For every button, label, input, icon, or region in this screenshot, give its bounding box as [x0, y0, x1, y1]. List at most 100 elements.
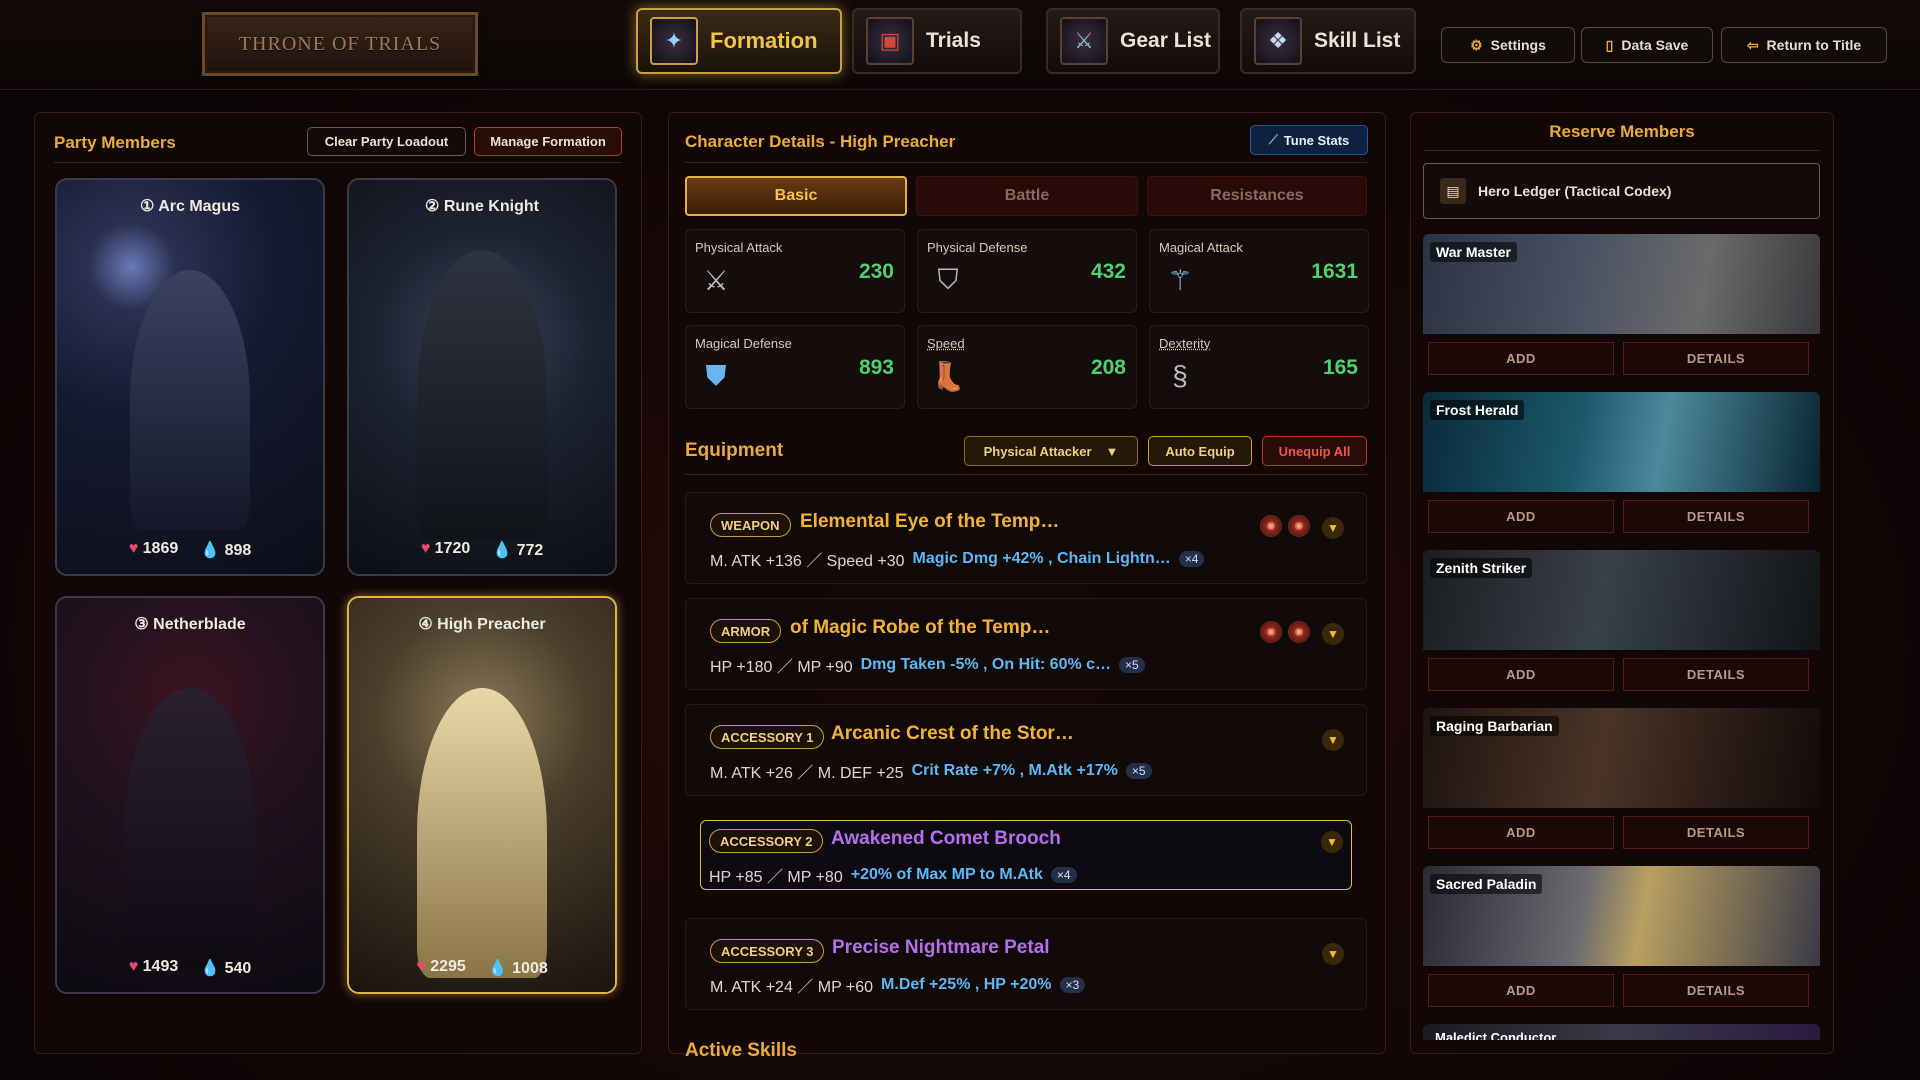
party-title: Party Members — [54, 133, 176, 152]
tab-trials-label: Trials — [926, 29, 981, 52]
add-button[interactable]: ADD — [1428, 342, 1614, 375]
hero-ledger-button[interactable]: ▤ Hero Ledger (Tactical Codex) — [1423, 163, 1820, 219]
equipment-accessory-2[interactable]: ACCESSORY 2 Awakened Comet Brooch HP +85… — [700, 820, 1352, 890]
tab-skill-list-label: Skill List — [1314, 29, 1401, 52]
stat-physical-defense: Physical Defense ⛉ 432 — [917, 229, 1137, 313]
data-save-button[interactable]: ▯ Data Save — [1581, 27, 1713, 63]
chevron-down-icon: ▼ — [1105, 443, 1119, 459]
reserve-name: Maledict Conductor — [1435, 1030, 1557, 1041]
add-button[interactable]: ADD — [1428, 974, 1614, 1007]
skill-list-icon: ❖ — [1254, 17, 1302, 65]
stat-physical-attack: Physical Attack ⚔ 230 — [685, 229, 905, 313]
game-logo: THRONE OF TRIALS — [202, 12, 478, 76]
tab-resistances[interactable]: Resistances — [1147, 176, 1367, 216]
socket-gem-icon[interactable]: ✺ — [1260, 515, 1282, 537]
party-card-rune-knight[interactable]: ② Rune Knight ♥ 1720 💧 772 — [347, 178, 617, 576]
crossed-swords-icon: ⚔ — [703, 264, 729, 296]
reserve-name: Frost Herald — [1430, 400, 1525, 420]
drop-icon: 💧 — [487, 960, 508, 977]
party-card-high-preacher[interactable]: ④ High Preacher ♥ 2295 💧 1008 — [347, 596, 617, 994]
stat-speed: Speed 👢 208 — [917, 325, 1137, 409]
mp-stat: 💧 898 — [200, 542, 252, 559]
party-card-arc-magus[interactable]: ① Arc Magus ♥ 1869 💧 898 — [55, 178, 325, 576]
tab-formation-label: Formation — [710, 28, 818, 53]
stat-value: 208 — [1090, 356, 1126, 379]
clear-party-button[interactable]: Clear Party Loadout — [307, 127, 466, 156]
chevron-down-icon[interactable]: ▼ — [1322, 623, 1344, 645]
tab-trials[interactable]: ▣ Trials — [852, 8, 1022, 74]
socket-gem-icon[interactable]: ✺ — [1260, 621, 1282, 643]
settings-label: Settings — [1490, 37, 1546, 53]
preacher-figure — [417, 688, 547, 978]
slot-tag: ACCESSORY 3 — [710, 939, 825, 963]
auto-equip-button[interactable]: Auto Equip — [1148, 436, 1252, 466]
tune-stats-button[interactable]: ⟋ Tune Stats — [1250, 125, 1368, 155]
socket-gem-icon[interactable]: ✺ — [1288, 621, 1310, 643]
mp-stat: 💧 1008 — [487, 960, 548, 977]
reserve-card-zenith-striker: Zenith Striker ♥ 1624💧 471 ADD DETAILS — [1423, 550, 1820, 700]
member-name: ② Rune Knight — [425, 198, 539, 215]
knight-figure — [417, 250, 547, 540]
manage-formation-button[interactable]: Manage Formation — [474, 127, 622, 156]
stat-label: Dexterity — [1159, 336, 1211, 351]
tab-gear-list-label: Gear List — [1120, 29, 1212, 52]
party-card-netherblade[interactable]: ③ Netherblade ♥ 1493 💧 540 — [55, 596, 325, 994]
reserve-card-raging-barbarian: Raging Barbarian ♥ 1845💧 440 ADD DETAILS — [1423, 708, 1820, 858]
equipment-accessory-3[interactable]: ACCESSORY 3 Precise Nightmare Petal M. A… — [685, 918, 1367, 1010]
slot-tag: ACCESSORY 1 — [710, 725, 825, 749]
divider — [54, 162, 622, 163]
details-button[interactable]: DETAILS — [1623, 658, 1809, 691]
socket-gem-icon[interactable]: ✺ — [1288, 515, 1310, 537]
book-icon: ▤ — [1440, 178, 1466, 204]
item-stats: HP +85 ／ MP +80 +20% of Max MP to M.Atk ×4 — [709, 863, 1077, 887]
item-name: Awakened Comet Brooch — [831, 828, 1061, 849]
tab-formation[interactable]: ✦ Formation — [636, 8, 842, 74]
chevron-down-icon[interactable]: ▼ — [1321, 831, 1343, 853]
return-title-button[interactable]: ⇦ Return to Title — [1721, 27, 1887, 63]
unequip-all-button[interactable]: Unequip All — [1262, 436, 1367, 466]
drop-icon: 💧 — [200, 960, 221, 977]
item-name: Arcanic Crest of the Stor… — [831, 723, 1074, 744]
chevron-down-icon[interactable]: ▼ — [1322, 517, 1344, 539]
slot-tag: WEAPON — [710, 513, 791, 537]
shield-icon: ⛉ — [937, 263, 959, 295]
equipment-title: Equipment — [685, 440, 784, 461]
details-button[interactable]: DETAILS — [1623, 816, 1809, 849]
settings-button[interactable]: ⚙ Settings — [1441, 27, 1575, 63]
active-skills-title: Active Skills — [685, 1040, 797, 1061]
equipment-weapon[interactable]: WEAPON Elemental Eye of the Temp… M. ATK… — [685, 492, 1367, 584]
stat-label: Magical Attack — [1159, 240, 1243, 255]
item-stats: M. ATK +136 ／ Speed +30 Magic Dmg +42% , … — [710, 547, 1205, 571]
slot-tag: ARMOR — [710, 619, 782, 643]
details-button[interactable]: DETAILS — [1623, 500, 1809, 533]
equipment-armor[interactable]: ARMOR of Magic Robe of the Temp… HP +180… — [685, 598, 1367, 690]
chevron-down-icon[interactable]: ▼ — [1322, 729, 1344, 751]
hp-stat: ♥ 1720 — [420, 540, 471, 557]
add-button[interactable]: ADD — [1428, 658, 1614, 691]
equipment-accessory-1[interactable]: ACCESSORY 1 Arcanic Crest of the Stor… M… — [685, 704, 1367, 796]
stat-label: Magical Defense — [695, 336, 792, 351]
exit-icon: ⇦ — [1746, 36, 1759, 53]
preset-label: Physical Attacker — [983, 443, 1092, 459]
tab-skill-list[interactable]: ❖ Skill List — [1240, 8, 1416, 74]
heart-icon: ♥ — [128, 958, 139, 975]
chevron-down-icon[interactable]: ▼ — [1322, 943, 1344, 965]
tab-battle[interactable]: Battle — [916, 176, 1138, 216]
magic-shield-icon: ⛊ — [705, 359, 727, 391]
member-name: ① Arc Magus — [140, 198, 240, 215]
tab-basic[interactable]: Basic — [685, 176, 907, 216]
mp-stat: 💧 540 — [200, 960, 252, 977]
add-button[interactable]: ADD — [1428, 500, 1614, 533]
add-button[interactable]: ADD — [1428, 816, 1614, 849]
divider — [685, 474, 1367, 475]
preset-select[interactable]: Physical Attacker ▼ — [964, 436, 1138, 466]
details-button[interactable]: DETAILS — [1623, 342, 1809, 375]
details-title: Character Details - High Preacher — [685, 132, 956, 151]
details-button[interactable]: DETAILS — [1623, 974, 1809, 1007]
wrench-icon: ⟋ — [1268, 132, 1278, 147]
reserve-name: Zenith Striker — [1430, 558, 1533, 578]
stat-value: 1631 — [1311, 260, 1358, 283]
tab-gear-list[interactable]: ⚔ Gear List — [1046, 8, 1220, 74]
drop-icon: 💧 — [200, 542, 221, 559]
reserve-card-frost-herald: Frost Herald ♥ 846💧 538 ADD DETAILS — [1423, 392, 1820, 542]
